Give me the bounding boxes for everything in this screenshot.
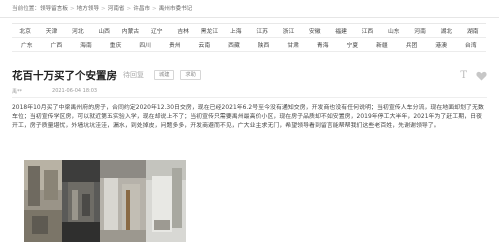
region-link[interactable]: 内蒙古 bbox=[117, 26, 143, 35]
region-link[interactable]: 新疆 bbox=[367, 40, 397, 49]
region-link[interactable]: 河南 bbox=[407, 26, 433, 35]
breadcrumb-separator: > bbox=[101, 6, 106, 12]
heart-icon[interactable] bbox=[476, 66, 487, 85]
region-link[interactable]: 上海 bbox=[223, 26, 249, 35]
post-header: 花百十万买了个安置房 待回复 城建 求助 T bbox=[12, 67, 487, 83]
region-row: 北京 天津 河北 山西 内蒙古 辽宁 吉林 黑龙江 上海 江苏 浙江 安徽 福建… bbox=[12, 24, 486, 38]
breadcrumb-item[interactable]: 许昌市 bbox=[133, 4, 150, 12]
region-link[interactable]: 山东 bbox=[381, 26, 407, 35]
photo-thumbnail[interactable] bbox=[146, 160, 186, 242]
breadcrumb-divider bbox=[0, 17, 499, 18]
post-author: 禹** bbox=[12, 89, 23, 95]
photo-gallery bbox=[24, 160, 186, 242]
region-row: 广东 广西 海南 重庆 四川 贵州 云南 西藏 陕西 甘肃 青海 宁夏 新疆 兵… bbox=[12, 38, 486, 52]
region-link[interactable]: 重庆 bbox=[101, 40, 131, 49]
region-link[interactable]: 浙江 bbox=[275, 26, 301, 35]
region-link[interactable]: 天津 bbox=[38, 26, 64, 35]
region-link[interactable]: 广东 bbox=[12, 40, 42, 49]
photo-thumbnail[interactable] bbox=[62, 160, 100, 242]
region-link[interactable]: 港澳 bbox=[426, 40, 456, 49]
region-link[interactable]: 宁夏 bbox=[338, 40, 368, 49]
region-link[interactable]: 陕西 bbox=[249, 40, 279, 49]
region-link[interactable]: 福建 bbox=[328, 26, 354, 35]
region-link[interactable]: 河北 bbox=[65, 26, 91, 35]
breadcrumb-item[interactable]: 领导留言板 bbox=[40, 4, 68, 12]
breadcrumb-separator: > bbox=[152, 6, 157, 12]
region-link[interactable]: 台湾 bbox=[456, 40, 486, 49]
breadcrumb-prefix: 当前位置： bbox=[12, 6, 40, 12]
region-link[interactable]: 甘肃 bbox=[278, 40, 308, 49]
region-link[interactable]: 云南 bbox=[190, 40, 220, 49]
breadcrumb: 当前位置：领导留言板 > 地方领导 > 河南省 > 许昌市 > 禹州市委书记 bbox=[12, 4, 192, 18]
region-link[interactable]: 四川 bbox=[130, 40, 160, 49]
breadcrumb-separator: > bbox=[126, 6, 132, 12]
region-link[interactable]: 西藏 bbox=[219, 40, 249, 49]
category-tag[interactable]: 求助 bbox=[180, 70, 201, 80]
category-tag[interactable]: 城建 bbox=[154, 70, 175, 80]
breadcrumb-item[interactable]: 禹州市委书记 bbox=[159, 4, 193, 12]
region-link[interactable]: 广西 bbox=[42, 40, 72, 49]
post-title: 花百十万买了个安置房 bbox=[12, 69, 117, 82]
photo-thumbnail[interactable] bbox=[100, 160, 146, 242]
region-link[interactable]: 北京 bbox=[12, 26, 38, 35]
region-selector: 北京 天津 河北 山西 内蒙古 辽宁 吉林 黑龙江 上海 江苏 浙江 安徽 福建… bbox=[12, 23, 486, 52]
region-link[interactable]: 江苏 bbox=[249, 26, 275, 35]
region-link[interactable]: 海南 bbox=[71, 40, 101, 49]
post-meta: 禹** 2021-06-04 18:03 bbox=[12, 88, 487, 96]
region-link[interactable]: 湖南 bbox=[460, 26, 486, 35]
photo-thumbnail[interactable] bbox=[24, 160, 62, 242]
text-size-icon[interactable]: T bbox=[460, 70, 467, 81]
post-time: 2021-06-04 18:03 bbox=[52, 88, 98, 94]
region-link[interactable]: 黑龙江 bbox=[196, 26, 222, 35]
breadcrumb-item[interactable]: 地方领导 bbox=[77, 4, 99, 12]
region-link[interactable]: 江西 bbox=[354, 26, 380, 35]
post-content: 2018年10月买了中梁禹州府的房子，合同约定2020年12.30日交房，现在已… bbox=[12, 105, 484, 129]
region-link[interactable]: 安徽 bbox=[302, 26, 328, 35]
region-link[interactable]: 贵州 bbox=[160, 40, 190, 49]
meta-divider bbox=[12, 97, 487, 98]
region-link[interactable]: 兵团 bbox=[397, 40, 427, 49]
region-link[interactable]: 辽宁 bbox=[144, 26, 170, 35]
region-link[interactable]: 吉林 bbox=[170, 26, 196, 35]
region-link[interactable]: 青海 bbox=[308, 40, 338, 49]
region-link[interactable]: 湖北 bbox=[433, 26, 459, 35]
region-link[interactable]: 山西 bbox=[91, 26, 117, 35]
breadcrumb-separator: > bbox=[69, 6, 75, 12]
post-actions: T bbox=[460, 66, 487, 85]
reply-status: 待回复 bbox=[123, 71, 144, 79]
breadcrumb-item[interactable]: 河南省 bbox=[108, 4, 125, 12]
